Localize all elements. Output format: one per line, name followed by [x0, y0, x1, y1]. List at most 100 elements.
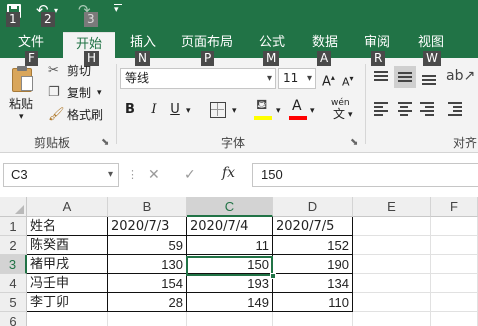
table-cell[interactable] — [273, 312, 353, 326]
cut-button[interactable]: ✂ 剪切 — [48, 62, 100, 80]
row-header-6[interactable]: 6 — [0, 312, 27, 326]
phonetic-button[interactable]: wén 文 ▾ — [330, 96, 356, 124]
column-header-c[interactable]: C — [187, 197, 273, 217]
tab-insert[interactable]: 插入 — [130, 34, 156, 52]
underline-dropdown-icon[interactable]: ▾ — [186, 104, 191, 119]
table-cell[interactable]: 59 — [108, 236, 187, 255]
column-header-d[interactable]: D — [273, 197, 353, 217]
copy-button[interactable]: ❐ 复制 ▾ — [48, 84, 110, 102]
table-header-cell[interactable]: 2020/7/5 — [273, 217, 353, 236]
tab-data[interactable]: 数据 — [312, 34, 338, 52]
table-cell[interactable]: 193 — [187, 274, 273, 293]
tab-file[interactable]: 文件 — [18, 34, 44, 52]
orientation-icon[interactable]: ab↗ — [446, 68, 475, 84]
font-color-dropdown-icon[interactable]: ▾ — [310, 104, 315, 119]
formula-input[interactable]: 150 — [252, 163, 478, 187]
more-options-icon[interactable]: ⋮ — [127, 165, 138, 185]
fill-handle[interactable] — [270, 273, 276, 279]
fill-color-dropdown-icon[interactable]: ▾ — [276, 104, 281, 119]
paste-button[interactable]: 粘贴 ▾ — [6, 66, 42, 122]
tab-view[interactable]: 视图 — [418, 34, 444, 52]
keytip-file: F — [25, 51, 38, 66]
font-name-select[interactable]: 等线 ▾ — [120, 68, 276, 89]
table-cell[interactable] — [431, 255, 478, 274]
table-header-cell[interactable]: 姓名 — [27, 217, 108, 236]
table-cell[interactable]: 褚甲戌 — [27, 255, 108, 274]
row-header-5[interactable]: 5 — [0, 293, 27, 312]
tab-formulas[interactable]: 公式 — [259, 34, 285, 52]
font-name-value: 等线 — [125, 71, 150, 85]
column-header-f[interactable]: F — [431, 197, 478, 217]
decrease-indent-icon[interactable] — [446, 100, 464, 118]
table-cell[interactable]: 190 — [273, 255, 353, 274]
table-cell[interactable]: 冯壬申 — [27, 274, 108, 293]
tab-page-layout[interactable]: 页面布局 — [181, 34, 233, 52]
align-middle-icon[interactable] — [394, 66, 416, 88]
table-cell[interactable]: 110 — [273, 293, 353, 312]
table-cell[interactable] — [353, 274, 431, 293]
chevron-down-icon[interactable]: ▾ — [108, 164, 113, 186]
table-header-cell[interactable]: 2020/7/4 — [187, 217, 273, 236]
brush-icon: 🖌 — [48, 107, 65, 122]
ribbon-home: F H N P M A R W 粘贴 ▾ ✂ 剪切 ❐ 复制 ▾ 🖌 格式刷 剪… — [0, 51, 478, 153]
align-center-icon[interactable] — [396, 100, 414, 118]
keytip-view: W — [423, 51, 441, 66]
table-cell[interactable] — [108, 312, 187, 326]
table-cell[interactable]: 130 — [108, 255, 187, 274]
align-left-icon[interactable] — [372, 100, 390, 118]
table-cell[interactable] — [353, 255, 431, 274]
font-size-select[interactable]: 11 ▾ — [278, 68, 316, 89]
table-cell[interactable] — [353, 217, 431, 236]
italic-button[interactable]: I — [147, 100, 161, 120]
table-cell[interactable]: 11 — [187, 236, 273, 255]
chevron-down-icon: ▾ — [266, 73, 272, 84]
align-right-icon[interactable] — [418, 100, 436, 118]
table-header-cell[interactable]: 2020/7/3 — [108, 217, 187, 236]
table-cell[interactable] — [353, 236, 431, 255]
fill-color-button[interactable]: ⛾ — [254, 98, 272, 122]
grow-font-button[interactable]: A▴ — [322, 68, 338, 89]
table-cell[interactable]: 149 — [187, 293, 273, 312]
row-header-3[interactable]: 3 — [0, 255, 27, 274]
clipboard-launcher-icon[interactable]: ⬊ — [101, 135, 109, 150]
customize-quick-access-icon[interactable]: ▾ — [114, 2, 122, 15]
cancel-icon[interactable]: ✕ — [148, 165, 160, 185]
table-cell[interactable]: 陈癸酉 — [27, 236, 108, 255]
row-header-4[interactable]: 4 — [0, 274, 27, 293]
table-cell[interactable]: 李丁卯 — [27, 293, 108, 312]
table-cell[interactable] — [187, 312, 273, 326]
select-all-button[interactable] — [0, 197, 27, 217]
table-cell[interactable] — [431, 293, 478, 312]
bold-button[interactable]: B — [122, 100, 138, 120]
format-painter-button[interactable]: 🖌 格式刷 — [48, 106, 108, 124]
column-header-e[interactable]: E — [353, 197, 431, 217]
table-cell[interactable]: 154 — [108, 274, 187, 293]
table-cell[interactable] — [431, 217, 478, 236]
borders-button[interactable] — [210, 102, 226, 118]
underline-button[interactable]: U — [168, 100, 182, 120]
table-cell[interactable] — [431, 236, 478, 255]
table-cell[interactable] — [431, 312, 478, 326]
row-header-1[interactable]: 1 — [0, 217, 27, 236]
table-cell[interactable]: 28 — [108, 293, 187, 312]
align-bottom-icon[interactable] — [420, 68, 438, 86]
row-header-2[interactable]: 2 — [0, 236, 27, 255]
phonetic-dropdown-icon: ▾ — [348, 110, 353, 120]
table-cell[interactable] — [353, 293, 431, 312]
column-header-b[interactable]: B — [108, 197, 187, 217]
table-cell[interactable]: 152 — [273, 236, 353, 255]
name-box[interactable]: C3 ▾ — [3, 163, 119, 187]
column-header-a[interactable]: A — [27, 197, 108, 217]
table-cell[interactable] — [27, 312, 108, 326]
font-color-button[interactable]: A — [289, 98, 307, 122]
insert-function-icon[interactable]: fx — [222, 165, 235, 181]
tab-review[interactable]: 审阅 — [364, 34, 390, 52]
align-top-icon[interactable] — [372, 68, 390, 86]
borders-dropdown-icon[interactable]: ▾ — [232, 104, 237, 119]
table-cell[interactable]: 134 — [273, 274, 353, 293]
table-cell[interactable] — [431, 274, 478, 293]
font-launcher-icon[interactable]: ⬊ — [350, 135, 358, 150]
table-cell[interactable] — [353, 312, 431, 326]
shrink-font-button[interactable]: A▾ — [342, 68, 358, 89]
enter-icon[interactable]: ✓ — [184, 165, 196, 185]
